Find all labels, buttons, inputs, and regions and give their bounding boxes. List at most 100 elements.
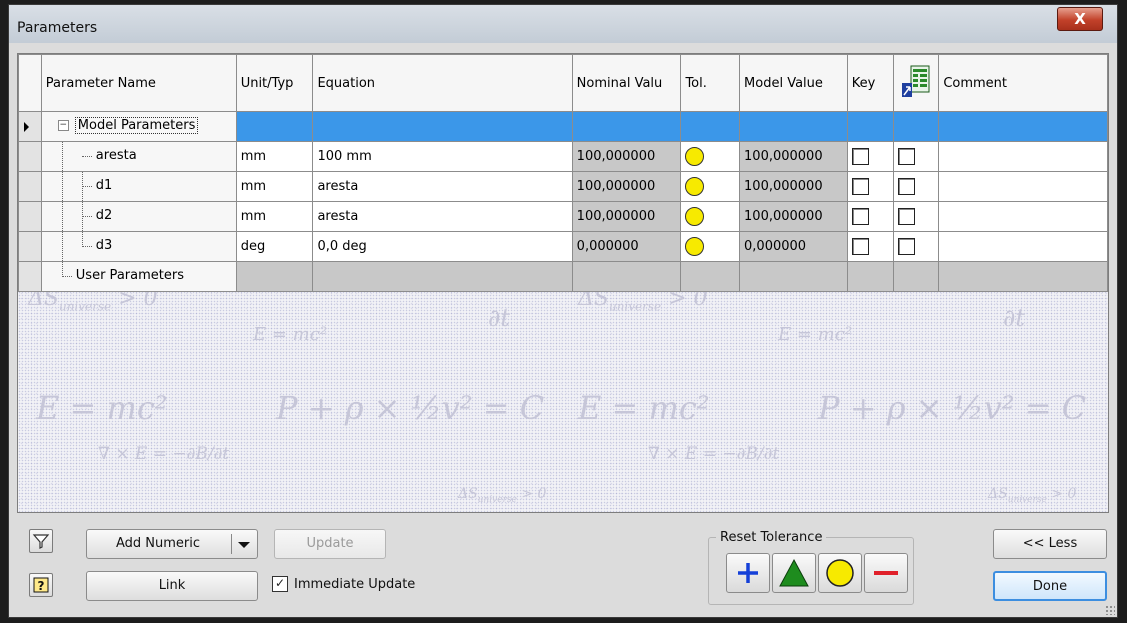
row-selector[interactable]: [18, 171, 42, 202]
export-cell[interactable]: [892, 231, 940, 262]
equation-cell[interactable]: 100 mm: [312, 141, 573, 172]
column-header-tolerance[interactable]: Tol.: [680, 54, 741, 112]
key-checkbox[interactable]: [851, 208, 869, 225]
filter-button[interactable]: [29, 529, 53, 553]
row-selector[interactable]: [18, 201, 42, 232]
export-cell[interactable]: [892, 171, 940, 202]
close-button[interactable]: X: [1057, 7, 1103, 31]
filter-icon: [32, 534, 50, 549]
key-cell[interactable]: [846, 201, 894, 232]
formula-watermark: E = mc²: [578, 389, 710, 427]
equation-cell[interactable]: 0,0 deg: [312, 231, 573, 262]
nominal-tolerance-icon[interactable]: [685, 207, 705, 226]
collapse-icon[interactable]: −: [57, 120, 69, 131]
lower-tolerance-button[interactable]: [864, 553, 908, 593]
nominal-tolerance-icon[interactable]: [685, 147, 705, 166]
comment-cell[interactable]: [938, 231, 1108, 262]
minus-icon: [874, 571, 898, 575]
key-cell[interactable]: [846, 171, 894, 202]
group-row-model-parameters[interactable]: − Model Parameters: [18, 111, 1108, 142]
immediate-update-label: Immediate Update: [294, 577, 416, 592]
export-cell[interactable]: [892, 201, 940, 232]
parameters-table: Parameter Name Unit/Typ Equation Nominal…: [18, 54, 1108, 292]
tolerance-cell[interactable]: [680, 141, 741, 172]
nominal-value-cell: 100,000000: [571, 201, 682, 232]
plus-icon: [738, 563, 758, 583]
parameter-row[interactable]: d2 mm aresta 100,000000 100,000000: [18, 201, 1108, 232]
export-cell[interactable]: [892, 141, 940, 172]
parameter-name-cell[interactable]: aresta: [40, 141, 237, 172]
parameter-name-cell[interactable]: d3: [40, 231, 237, 262]
group-label: Model Parameters: [74, 117, 199, 134]
export-checkbox[interactable]: [897, 208, 915, 225]
current-row-arrow-icon: [24, 122, 29, 132]
upper-tolerance-button[interactable]: [726, 553, 770, 593]
add-numeric-button[interactable]: Add Numeric: [86, 529, 258, 559]
less-button[interactable]: << Less: [993, 529, 1107, 559]
equation-cell[interactable]: aresta: [312, 171, 573, 202]
export-checkbox[interactable]: [897, 238, 915, 255]
column-header-comment[interactable]: Comment: [938, 54, 1108, 112]
group-row-user-parameters[interactable]: User Parameters: [18, 261, 1108, 292]
column-header-unit[interactable]: Unit/Typ: [235, 54, 314, 112]
unit-cell[interactable]: mm: [235, 201, 314, 232]
parameter-name-cell[interactable]: d1: [40, 171, 237, 202]
model-value-cell: 100,000000: [739, 171, 848, 202]
key-cell[interactable]: [846, 141, 894, 172]
model-value-cell: 0,000000: [739, 231, 848, 262]
add-numeric-dropdown-divider: [231, 534, 232, 554]
comment-cell[interactable]: [938, 171, 1108, 202]
row-selector[interactable]: [18, 111, 42, 142]
nominal-tolerance-icon[interactable]: [685, 177, 705, 196]
tolerance-cell[interactable]: [680, 231, 741, 262]
help-icon: ?: [33, 577, 49, 593]
export-checkbox[interactable]: [897, 148, 915, 165]
triangle-icon: [779, 558, 809, 587]
column-header-key[interactable]: Key: [846, 54, 894, 112]
row-selector[interactable]: [18, 261, 42, 292]
chevron-down-icon[interactable]: [238, 542, 250, 548]
parameter-name-cell[interactable]: d2: [40, 201, 237, 232]
unit-cell[interactable]: mm: [235, 141, 314, 172]
key-checkbox[interactable]: [851, 178, 869, 195]
tree-cell[interactable]: − Model Parameters: [40, 111, 237, 142]
formula-watermark: ΔSuniverse > 0: [458, 486, 547, 505]
unit-cell[interactable]: mm: [235, 171, 314, 202]
tolerance-cell[interactable]: [680, 201, 741, 232]
row-selector[interactable]: [18, 231, 42, 262]
parameter-row[interactable]: aresta mm 100 mm 100,000000 100,000000: [18, 141, 1108, 172]
column-header-export[interactable]: [892, 54, 940, 112]
formula-watermark: ∇ × E = −∂B/∂t: [98, 444, 230, 464]
parameter-name: aresta: [95, 148, 137, 163]
comment-cell[interactable]: [938, 141, 1108, 172]
parameter-name: d1: [95, 178, 113, 193]
group-label: User Parameters: [75, 268, 184, 283]
help-button[interactable]: ?: [29, 573, 53, 597]
export-checkbox[interactable]: [897, 178, 915, 195]
done-button[interactable]: Done: [993, 571, 1107, 601]
column-header-name[interactable]: Parameter Name: [40, 54, 237, 112]
comment-cell[interactable]: [938, 201, 1108, 232]
key-checkbox[interactable]: [851, 148, 869, 165]
column-header-model-value[interactable]: Model Value: [739, 54, 848, 112]
row-selector[interactable]: [18, 141, 42, 172]
column-header-equation[interactable]: Equation: [312, 54, 573, 112]
key-checkbox[interactable]: [851, 238, 869, 255]
formula-watermark: E = mc²: [253, 324, 328, 345]
tolerance-cell[interactable]: [680, 171, 741, 202]
resize-grip[interactable]: [1105, 605, 1115, 615]
key-cell[interactable]: [846, 231, 894, 262]
parameter-row[interactable]: d1 mm aresta 100,000000 100,000000: [18, 171, 1108, 202]
column-header-nominal-value[interactable]: Nominal Valu: [571, 54, 682, 112]
tree-cell[interactable]: User Parameters: [40, 261, 237, 292]
median-tolerance-button[interactable]: [772, 553, 816, 593]
immediate-update-checkbox[interactable]: ✓: [272, 576, 288, 592]
parameter-name: d2: [95, 208, 113, 223]
parameter-row[interactable]: d3 deg 0,0 deg 0,000000 0,000000: [18, 231, 1108, 262]
nominal-tolerance-button[interactable]: [818, 553, 862, 593]
unit-cell[interactable]: deg: [235, 231, 314, 262]
equation-cell[interactable]: aresta: [312, 201, 573, 232]
link-button[interactable]: Link: [86, 571, 258, 601]
nominal-tolerance-icon[interactable]: [685, 237, 705, 256]
update-button[interactable]: Update: [274, 529, 386, 559]
